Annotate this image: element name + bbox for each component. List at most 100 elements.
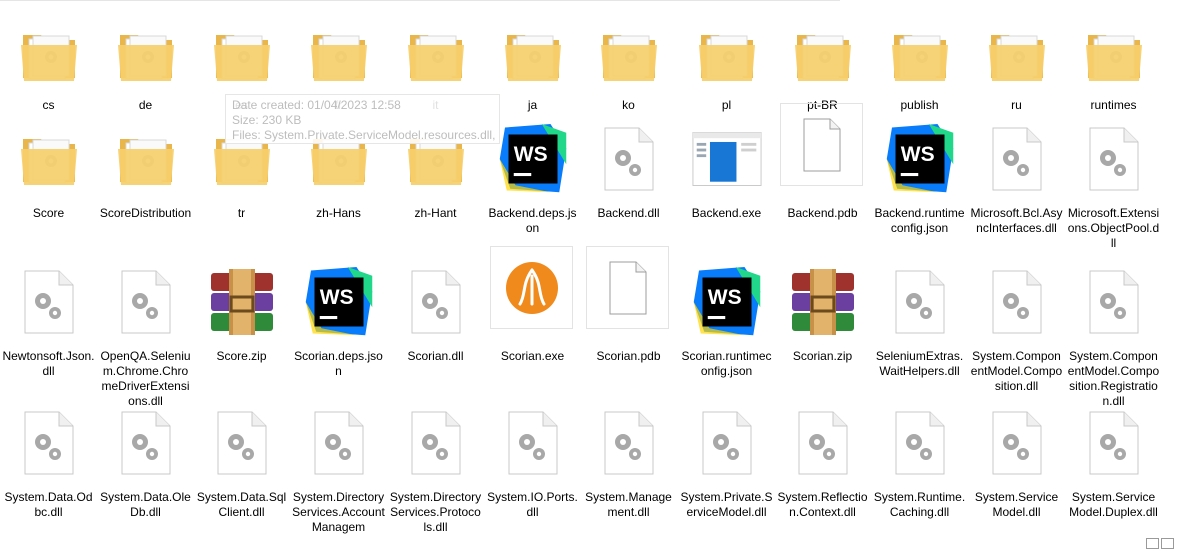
dll-file-icon	[498, 408, 568, 478]
dll-file-icon	[401, 267, 471, 337]
folder-icon	[14, 20, 84, 90]
file-item-label: Score	[32, 206, 65, 220]
svg-text:WS: WS	[514, 143, 548, 166]
dll-file-icon	[594, 408, 664, 478]
file-item[interactable]: Backend.exe	[678, 112, 775, 247]
file-item[interactable]: System.Private.ServiceModel.dll	[678, 396, 775, 531]
dll-file-icon	[885, 408, 955, 478]
file-item-label: System.Data.OleDb.dll	[100, 490, 191, 519]
file-item[interactable]: System.DirectoryServices.AccountManagem	[290, 396, 387, 534]
file-item-label: System.Reflection.Context.dll	[777, 490, 868, 519]
folder-icon	[1079, 20, 1149, 90]
folder-icon	[304, 20, 374, 90]
file-item[interactable]: System.ComponentModel.Composition.dll	[968, 255, 1065, 393]
file-item[interactable]: Scorian.exe	[484, 246, 581, 390]
scorian-app-icon	[490, 246, 573, 329]
file-item-label: System.Data.Odbc.dll	[4, 490, 93, 519]
folder-icon	[498, 20, 568, 90]
svg-text:WS: WS	[320, 286, 354, 309]
file-item-label: Scorian.runtimeconfig.json	[681, 349, 772, 378]
large-icons-view-icon[interactable]	[1161, 538, 1174, 549]
file-item[interactable]: SeleniumExtras.WaitHelpers.dll	[871, 255, 968, 390]
file-item[interactable]: System.IO.Ports.dll	[484, 396, 581, 531]
dll-file-icon	[982, 124, 1052, 194]
file-item-label: Microsoft.Extensions.ObjectPool.dll	[1067, 206, 1160, 250]
tooltip-date-created: Date created: 01/04/2023 12:58	[232, 98, 401, 112]
file-item[interactable]: Score	[0, 112, 97, 247]
file-item-label: ru	[1011, 98, 1022, 112]
file-item-label: Scorian.dll	[407, 349, 464, 363]
file-item-label: Backend.dll	[597, 206, 660, 220]
file-item[interactable]: System.ComponentModel.Composition.Regist…	[1065, 255, 1162, 408]
file-item[interactable]: System.ServiceModel.Duplex.dll	[1065, 396, 1162, 531]
dll-file-icon	[14, 408, 84, 478]
webstorm-icon: WS	[304, 267, 374, 337]
tooltip-files: Files: System.Private.ServiceModel.resou…	[232, 128, 500, 142]
file-item[interactable]: WS Scorian.runtimeconfig.json	[678, 255, 775, 390]
file-item[interactable]: System.DirectoryServices.Protocols.dll	[387, 396, 484, 534]
dll-file-icon	[207, 408, 277, 478]
file-item-label: Scorian.pdb	[596, 349, 661, 363]
file-item[interactable]: System.ServiceModel.dll	[968, 396, 1065, 531]
folder-icon	[111, 124, 181, 194]
file-item-label: cs	[42, 98, 55, 112]
file-item[interactable]: Backend.pdb	[774, 103, 871, 247]
dll-file-icon	[14, 267, 84, 337]
dll-file-icon	[692, 408, 762, 478]
webstorm-icon: WS	[498, 124, 568, 194]
dll-file-icon	[1079, 267, 1149, 337]
file-item-label: Scorian.zip	[792, 349, 853, 363]
details-view-icon[interactable]	[1146, 538, 1159, 549]
file-item-label: zh-Hant	[414, 206, 457, 220]
file-item[interactable]: Score.zip	[193, 255, 290, 390]
file-item-label: System.ComponentModel.Composition.dll	[970, 349, 1063, 393]
file-item-label: Backend.deps.json	[488, 206, 577, 235]
file-item[interactable]: ScoreDistribution	[97, 112, 194, 247]
file-item[interactable]: System.Management.dll	[580, 396, 677, 531]
folder-icon	[982, 20, 1052, 90]
dll-file-icon	[982, 267, 1052, 337]
file-item[interactable]: WS Scorian.deps.json	[290, 255, 387, 390]
file-item-label: Backend.pdb	[787, 206, 858, 220]
webstorm-icon: WS	[692, 267, 762, 337]
file-item[interactable]: Backend.dll	[580, 112, 677, 247]
folder-icon	[14, 124, 84, 194]
file-item[interactable]: Newtonsoft.Json.dll	[0, 255, 97, 390]
file-item-label: zh-Hans	[316, 206, 361, 220]
dll-file-icon	[1079, 124, 1149, 194]
file-item[interactable]: System.Reflection.Context.dll	[774, 396, 871, 531]
dll-file-icon	[111, 408, 181, 478]
file-item[interactable]: Microsoft.Bcl.AsyncInterfaces.dll	[968, 112, 1065, 247]
file-item-label: ScoreDistribution	[99, 206, 192, 220]
file-item-label: System.Private.ServiceModel.dll	[680, 490, 773, 519]
folder-icon	[401, 20, 471, 90]
file-item[interactable]: Scorian.pdb	[580, 246, 677, 390]
file-item[interactable]: System.Runtime.Caching.dll	[871, 396, 968, 531]
file-item[interactable]: Scorian.dll	[387, 255, 484, 390]
file-item-label: System.DirectoryServices.AccountManagem	[292, 490, 385, 534]
view-toggle	[1146, 538, 1174, 549]
file-item[interactable]: Scorian.zip	[774, 255, 871, 390]
tooltip-size: Size: 230 KB	[232, 113, 302, 127]
file-item-label: runtimes	[1090, 98, 1137, 112]
file-item-label: Backend.exe	[691, 206, 762, 220]
file-item-label: Newtonsoft.Json.dll	[2, 349, 95, 378]
file-item[interactable]: System.Data.SqlClient.dll	[193, 396, 290, 531]
file-item[interactable]: WS Backend.runtimeconfig.json	[871, 112, 968, 247]
file-item[interactable]: System.Data.Odbc.dll	[0, 396, 97, 531]
folder-icon	[692, 20, 762, 90]
file-item-label: Score.zip	[216, 349, 267, 363]
file-item[interactable]: System.Data.OleDb.dll	[97, 396, 194, 531]
svg-text:WS: WS	[901, 143, 935, 166]
file-item-label: Scorian.deps.json	[294, 349, 383, 378]
file-item-label: Microsoft.Bcl.AsyncInterfaces.dll	[970, 206, 1063, 235]
file-item-label: Backend.runtimeconfig.json	[874, 206, 965, 235]
blank-file-icon	[586, 246, 669, 329]
file-item-label: System.DirectoryServices.Protocols.dll	[389, 490, 482, 534]
file-item-label: System.Runtime.Caching.dll	[873, 490, 966, 519]
dll-file-icon	[885, 267, 955, 337]
file-item[interactable]: Microsoft.Extensions.ObjectPool.dll	[1065, 112, 1162, 250]
blank-file-icon	[780, 103, 863, 186]
file-item-label: System.ServiceModel.dll	[974, 490, 1059, 519]
file-item[interactable]: OpenQA.Selenium.Chrome.ChromeDriverExten…	[97, 255, 194, 408]
